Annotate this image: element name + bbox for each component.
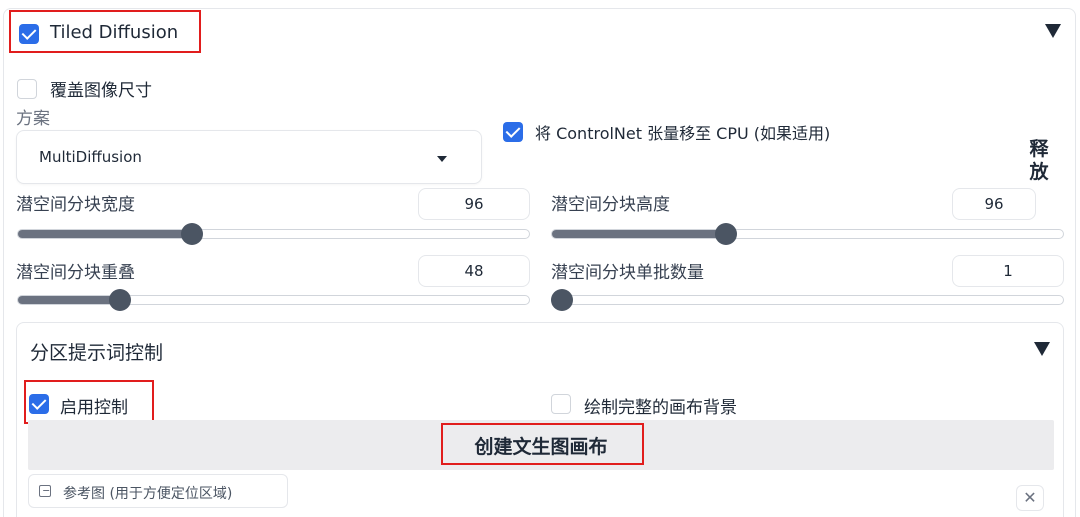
draw-background-label: 绘制完整的画布背景 [584, 398, 737, 418]
tile-batch-slider-thumb[interactable] [551, 289, 573, 311]
region-collapse-triangle-icon[interactable] [1034, 342, 1050, 356]
reference-image-tab[interactable]: 参考图 (用于方便定位区域) [28, 474, 288, 508]
overwrite-size-label: 覆盖图像尺寸 [50, 81, 152, 101]
tile-height-label: 潜空间分块高度 [551, 195, 670, 215]
tile-width-input[interactable]: 96 [418, 188, 530, 220]
tile-batch-slider-track[interactable] [551, 295, 1064, 305]
tile-width-slider-track[interactable] [17, 229, 530, 239]
scheme-value: MultiDiffusion [39, 148, 142, 166]
move-to-cpu-checkbox[interactable] [503, 122, 523, 142]
tile-height-slider-track[interactable] [551, 229, 1064, 239]
highlight-box-enable [24, 380, 154, 424]
tile-width-label: 潜空间分块宽度 [16, 195, 135, 215]
overwrite-size-checkbox[interactable] [17, 79, 37, 99]
tile-height-slider-thumb[interactable] [715, 223, 737, 245]
draw-background-checkbox[interactable] [551, 394, 571, 414]
tile-overlap-slider-track[interactable] [17, 295, 530, 305]
scheme-label: 方案 [16, 109, 50, 129]
tile-overlap-slider-thumb[interactable] [109, 289, 131, 311]
highlight-box-header [9, 10, 201, 53]
highlight-box-create [441, 423, 644, 465]
release-button-label: 释放 [1029, 138, 1049, 183]
region-prompt-title: 分区提示词控制 [30, 342, 164, 364]
move-to-cpu-label: 将 ControlNet 张量移至 CPU (如果适用) [535, 124, 831, 143]
tile-width-slider-thumb[interactable] [181, 223, 203, 245]
tile-overlap-label: 潜空间分块重叠 [16, 263, 135, 283]
tile-batch-input[interactable]: 1 [952, 255, 1064, 287]
scheme-dropdown[interactable]: MultiDiffusion [16, 130, 482, 184]
close-icon[interactable]: ✕ [1016, 485, 1044, 511]
tile-overlap-input[interactable]: 48 [418, 255, 530, 287]
reference-image-label: 参考图 (用于方便定位区域) [63, 486, 233, 502]
release-button[interactable]: 释放 [1017, 130, 1061, 184]
chevron-down-icon [437, 156, 447, 162]
image-icon [39, 485, 51, 497]
tile-batch-label: 潜空间分块单批数量 [551, 263, 704, 283]
tile-height-input[interactable]: 96 [952, 188, 1036, 220]
collapse-triangle-icon[interactable] [1045, 24, 1061, 38]
